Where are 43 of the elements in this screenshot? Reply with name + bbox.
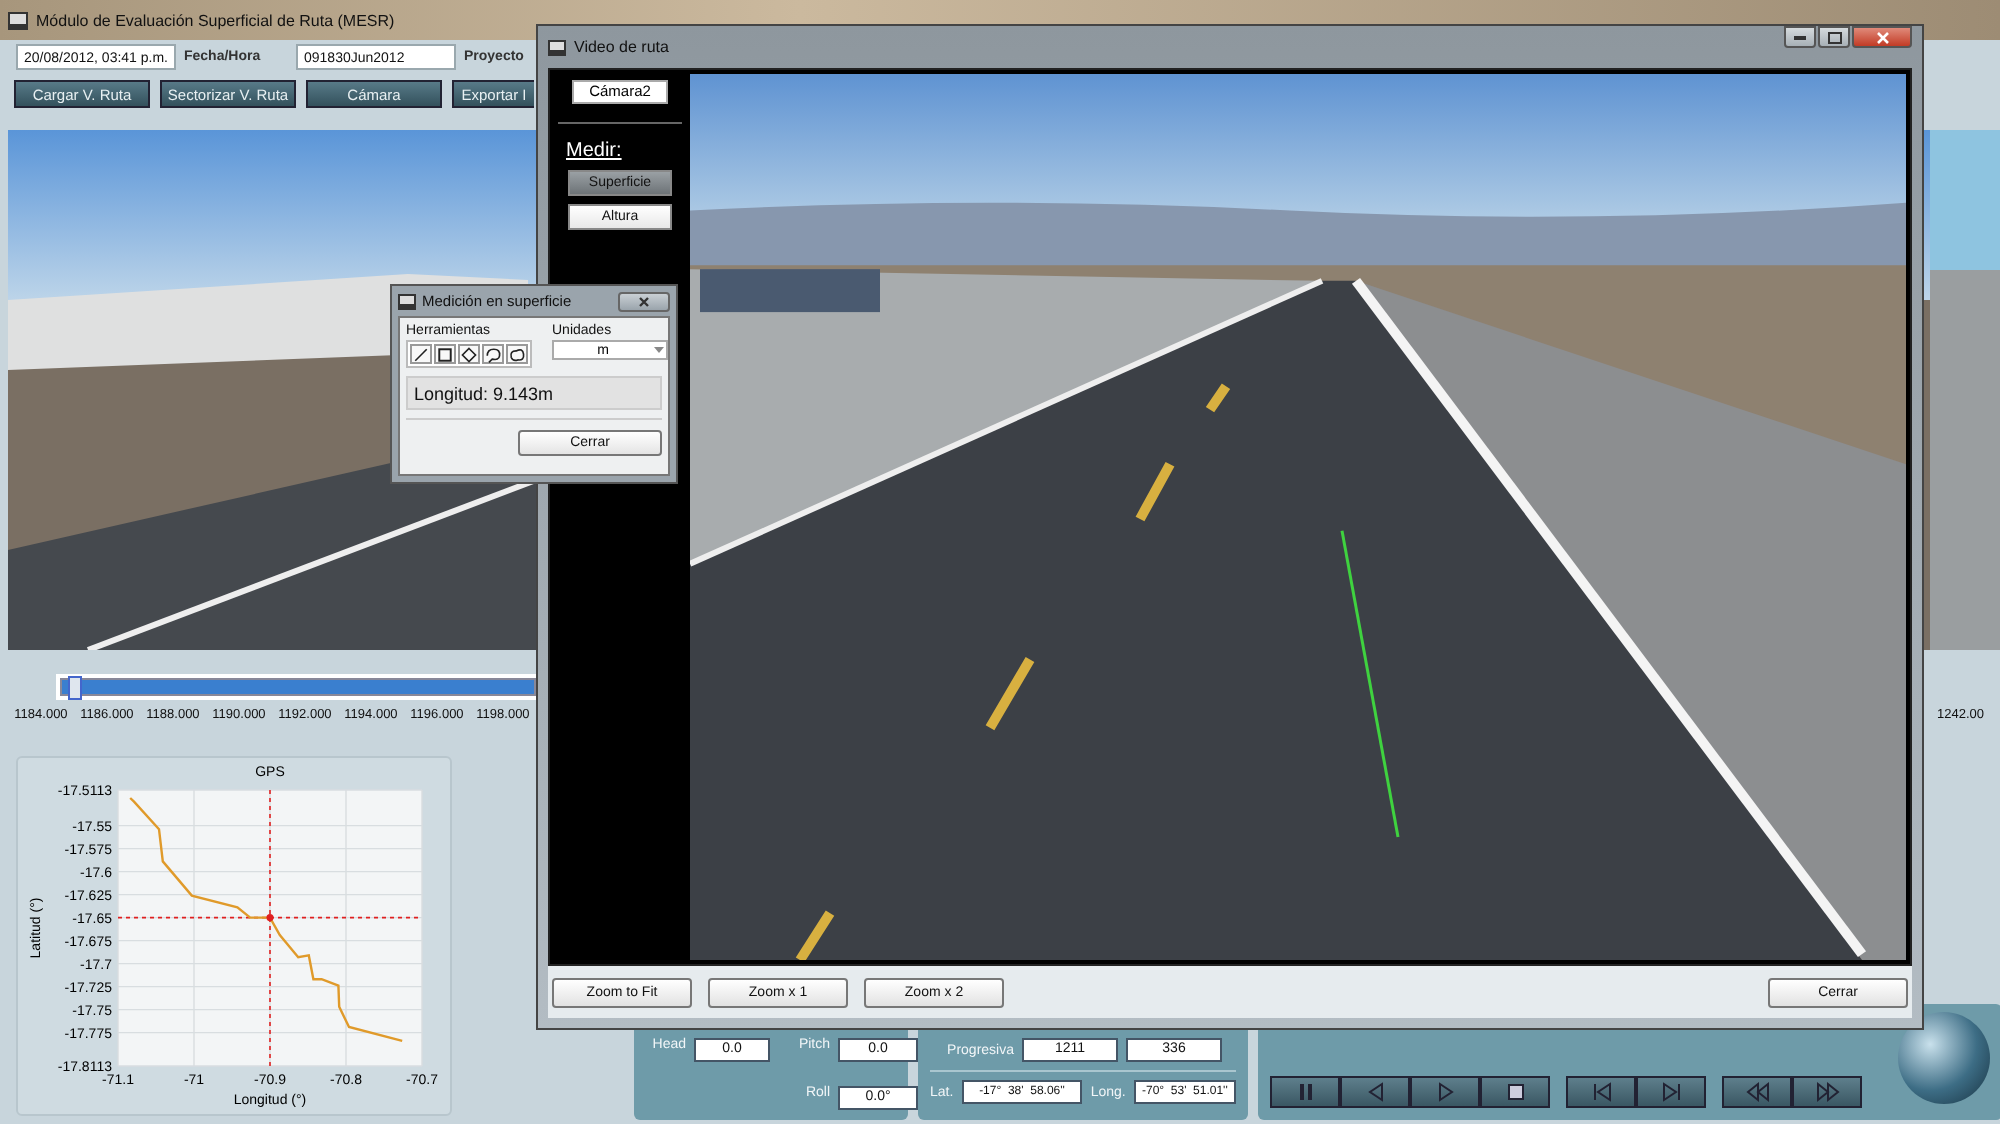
rewind-icon (1745, 1080, 1769, 1104)
pause-button[interactable] (1270, 1076, 1340, 1108)
measure-label: Medir: (566, 140, 622, 162)
close-icon (638, 295, 650, 307)
minimize-button[interactable] (1784, 26, 1816, 48)
window-title: Módulo de Evaluación Superficial de Ruta (MESR) (36, 11, 395, 29)
polygon-tool-icon (508, 343, 526, 365)
maximize-icon (1827, 31, 1841, 43)
close-button[interactable] (1852, 26, 1912, 48)
step-back-button[interactable] (1340, 1076, 1410, 1108)
window-icon (548, 39, 566, 55)
polygon-tool-button[interactable] (506, 344, 528, 364)
step-back-icon (1363, 1080, 1387, 1104)
play-icon (1433, 1080, 1457, 1104)
fast-forward-button[interactable] (1792, 1076, 1862, 1108)
stop-button[interactable] (1480, 1076, 1550, 1108)
skip-back-button[interactable] (1566, 1076, 1636, 1108)
skip-back-icon (1589, 1080, 1613, 1104)
minimize-icon (1794, 35, 1806, 39)
rectangle-tool-button[interactable] (434, 344, 456, 364)
lasso-tool-icon (484, 343, 502, 365)
maximize-button[interactable] (1818, 26, 1850, 48)
play-button[interactable] (1410, 1076, 1480, 1108)
line-tool-button[interactable] (410, 344, 432, 364)
diamond-tool-button[interactable] (458, 344, 480, 364)
slider-thumb[interactable] (67, 676, 82, 700)
window-title: Video de ruta (574, 38, 671, 56)
fast-forward-icon (1815, 1080, 1839, 1104)
rewind-button[interactable] (1722, 1076, 1792, 1108)
caret-icon (652, 344, 666, 356)
jog-knob[interactable] (1898, 1012, 1990, 1104)
skip-forward-icon (1659, 1080, 1683, 1104)
window-icon (398, 293, 416, 309)
line-tool-icon (412, 343, 430, 365)
close-button[interactable] (618, 291, 670, 311)
diamond-tool-icon (460, 343, 478, 365)
app-icon (8, 11, 28, 29)
length-readout: Longitud: 9.143m (406, 376, 662, 410)
lasso-tool-button[interactable] (482, 344, 504, 364)
skip-forward-button[interactable] (1636, 1076, 1706, 1108)
rectangle-tool-icon (436, 343, 454, 365)
stop-icon (1503, 1080, 1527, 1104)
close-icon (1875, 31, 1889, 43)
